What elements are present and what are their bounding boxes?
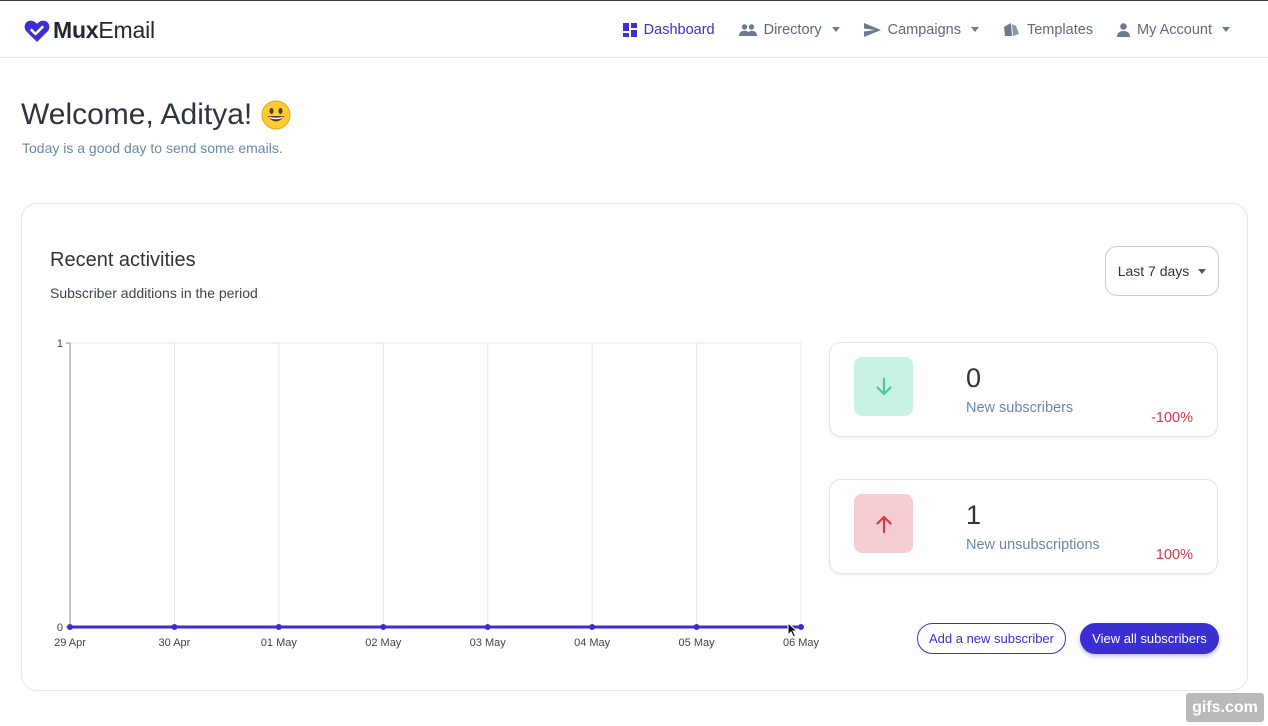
- data-point: [589, 624, 596, 630]
- nav-templates[interactable]: Templates: [1003, 22, 1093, 38]
- x-tick-label: 04 May: [574, 637, 611, 649]
- data-point: [275, 624, 282, 630]
- x-tick-label: 02 May: [365, 637, 402, 649]
- nav-campaigns[interactable]: Campaigns: [863, 21, 979, 38]
- stat-value: 0: [966, 363, 982, 393]
- welcome-subtitle: Today is a good day to send some emails.: [22, 140, 283, 156]
- smile-emoji-icon: [261, 100, 291, 130]
- chevron-down-icon: [1198, 268, 1207, 274]
- nav-templates-label: Templates: [1026, 21, 1094, 38]
- dashboard-icon: [622, 22, 637, 37]
- stat-label: New unsubscriptions: [966, 537, 1100, 553]
- chevron-down-icon: [970, 27, 979, 32]
- nav-directory[interactable]: Directory: [738, 21, 840, 38]
- brand-name: MuxEmail: [53, 17, 155, 43]
- nav-campaigns-label: Campaigns: [887, 21, 961, 38]
- person-icon: [1117, 22, 1131, 37]
- nav-my-account[interactable]: My Account: [1117, 22, 1230, 38]
- x-tick-label: 30 Apr: [159, 637, 191, 649]
- send-icon: [863, 22, 881, 37]
- stat-change: -100%: [1151, 410, 1193, 426]
- data-point: [484, 624, 491, 630]
- x-tick-label: 06 May: [783, 637, 820, 649]
- heart-check-icon: [24, 20, 50, 42]
- nav-dashboard-label: Dashboard: [643, 21, 715, 38]
- data-point: [380, 624, 387, 630]
- stat-change: 100%: [1155, 547, 1193, 563]
- subscriber-line-chart: 0 1 29 Apr 30 Apr 01 May 02 May 03 May 04 May 05…: [54, 338, 820, 649]
- gifs-watermark: gifs.com: [1186, 693, 1264, 722]
- chevron-down-icon: [1222, 27, 1230, 32]
- welcome-heading: Welcome, Aditya!: [21, 98, 291, 132]
- main-nav: Dashboard Directory Campaigns Templates: [599, 1, 1230, 58]
- x-tick-label: 01 May: [261, 637, 298, 649]
- arrow-down-icon: [875, 377, 892, 395]
- data-point: [171, 624, 178, 630]
- nav-directory-label: Directory: [763, 21, 822, 38]
- data-point: [693, 624, 700, 630]
- stat-icon-box: [854, 494, 913, 553]
- layers-icon: [1003, 23, 1019, 36]
- stat-card-new-subscribers: 0 New subscribers -100%: [829, 342, 1218, 437]
- stat-value: 1: [966, 500, 982, 530]
- card-subtitle: Subscriber additions in the period: [50, 285, 258, 301]
- arrow-up-icon: [875, 515, 892, 533]
- y-tick-label: 1: [57, 338, 63, 350]
- card-title: Recent activities: [50, 249, 196, 271]
- welcome-title: Welcome, Aditya!: [21, 98, 253, 131]
- add-subscriber-button[interactable]: Add a new subscriber: [917, 623, 1066, 654]
- stat-icon-box: [854, 357, 913, 416]
- people-icon: [738, 23, 757, 36]
- date-range-select[interactable]: Last 7 days: [1105, 246, 1219, 296]
- x-tick-label: 05 May: [679, 637, 716, 649]
- stat-card-new-unsubscriptions: 1 New unsubscriptions 100%: [829, 479, 1218, 574]
- x-tick-label: 03 May: [470, 637, 507, 649]
- view-all-subscribers-button[interactable]: View all subscribers: [1080, 623, 1219, 654]
- y-tick-label: 0: [57, 622, 63, 634]
- date-range-label: Last 7 days: [1117, 263, 1190, 279]
- data-point: [798, 624, 804, 630]
- data-point: [67, 624, 73, 630]
- top-navbar: MuxEmail Dashboard Directory Campaigns T…: [0, 1, 1268, 58]
- brand-logo[interactable]: MuxEmail: [24, 17, 155, 44]
- nav-my-account-label: My Account: [1137, 21, 1212, 38]
- x-tick-label: 29 Apr: [54, 637, 86, 649]
- mouse-cursor-icon: [787, 622, 798, 638]
- stat-label: New subscribers: [966, 400, 1074, 416]
- chevron-down-icon: [831, 27, 840, 32]
- nav-dashboard[interactable]: Dashboard: [622, 21, 715, 38]
